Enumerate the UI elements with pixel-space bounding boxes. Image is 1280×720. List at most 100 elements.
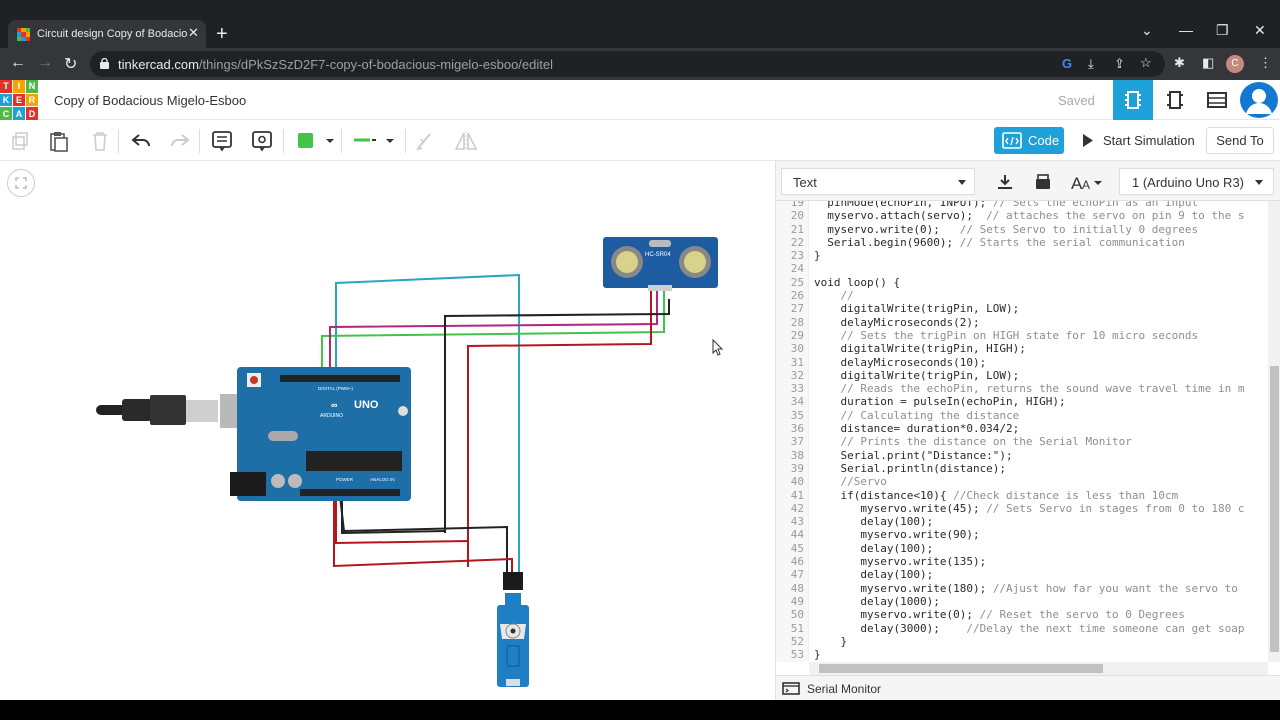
bookmark-star-icon[interactable]: ☆ (1140, 55, 1152, 71)
line-text: // Calculating the distance (814, 408, 1020, 422)
tinkercad-logo[interactable]: T I N K E R C A D (0, 80, 38, 120)
servo-motor[interactable] (497, 572, 529, 687)
install-icon[interactable]: ⤓ (1088, 56, 1094, 72)
maximize-icon[interactable]: ❐ (1216, 22, 1229, 39)
line-text: delayMicroseconds(10); (814, 356, 986, 369)
download-icon[interactable] (992, 169, 1018, 195)
tab-search-icon[interactable]: ⌄ (1141, 22, 1153, 39)
library-icon[interactable] (1030, 169, 1056, 195)
schematic-icon (1167, 91, 1183, 109)
code-line: 25 void loop() { (776, 276, 1268, 289)
side-panel-icon[interactable]: ◧ (1202, 55, 1214, 71)
wire-type-picker[interactable] (350, 129, 398, 153)
line-number: 36 (790, 422, 804, 436)
code-mode-value: Text (793, 175, 817, 190)
line-number: 30 (790, 342, 804, 356)
line-number: 46 (790, 555, 804, 569)
arduino-brand-label: ARDUINO (320, 413, 343, 419)
user-avatar[interactable] (1240, 82, 1278, 118)
code-line: 50 myservo.write(0); // Reset the servo … (776, 608, 1268, 621)
reload-icon[interactable]: ↻ (64, 54, 77, 74)
close-window-icon[interactable]: ✕ (1254, 22, 1266, 39)
line-text: //Servo (814, 475, 887, 488)
arduino-model-label: UNO (354, 399, 379, 411)
color-picker[interactable] (292, 129, 336, 153)
scroll-thumb[interactable] (1270, 366, 1279, 652)
forward-icon[interactable]: → (37, 54, 53, 72)
component-list-button[interactable] (1197, 80, 1237, 120)
code-vertical-scrollbar[interactable] (1268, 201, 1280, 662)
new-tab-icon[interactable]: + (216, 24, 228, 44)
ultrasonic-sensor[interactable]: HC-SR04 (603, 237, 718, 291)
copy-icon[interactable] (8, 129, 32, 153)
code-button[interactable]: Code (994, 127, 1064, 154)
line-code: digitalWrite(trigPin, LOW); (814, 302, 1020, 316)
notes-icon[interactable] (210, 129, 234, 153)
back-icon[interactable]: ← (10, 54, 26, 72)
flip-icon[interactable] (454, 129, 478, 153)
list-icon (1207, 92, 1227, 108)
line-text: digitalWrite(trigPin, LOW); (814, 369, 1019, 382)
logo-letter: I (13, 80, 25, 93)
line-code: myservo.write(135); (814, 555, 987, 569)
extensions-icon[interactable]: ✱ (1174, 55, 1185, 71)
arduino-uno-board[interactable]: ∞ UNO ARDUINO DIGITAL (PWM~) POWER ANALO… (230, 367, 411, 501)
line-text: duration = pulseIn(echoPin, HIGH); (814, 395, 1065, 408)
play-icon (1083, 134, 1093, 147)
minimize-icon[interactable]: — (1179, 22, 1193, 38)
browser-toolbar: ← → ↻ tinkercad.com/things/dPkSzSzD2F7-c… (0, 48, 1280, 80)
line-text: delay(100); (814, 515, 933, 528)
line-text: digitalWrite(trigPin, LOW); (814, 302, 1019, 315)
line-number: 22 (790, 235, 804, 249)
address-bar[interactable]: tinkercad.com/things/dPkSzSzD2F7-copy-of… (90, 51, 1165, 77)
toolbar-separator (199, 129, 200, 153)
line-code: myservo.write(0); (814, 608, 980, 622)
delete-icon[interactable] (88, 129, 112, 153)
line-comment: //Delay the next time someone can get so… (966, 621, 1245, 635)
wire-black-loop (341, 496, 446, 535)
code-line: 34 duration = pulseIn(echoPin, HIGH); (776, 395, 1268, 408)
start-simulation-button[interactable]: Start Simulation (1070, 127, 1198, 154)
undo-icon[interactable] (129, 129, 153, 153)
profile-avatar[interactable]: C (1226, 55, 1244, 73)
code-horizontal-scrollbar[interactable] (809, 662, 1268, 675)
code-editor[interactable]: 19 pinMode(echoPin, INPUT); // Sets the … (776, 201, 1268, 662)
code-button-label: Code (1028, 133, 1060, 148)
project-title[interactable]: Copy of Bodacious Migelo-Esboo (54, 93, 246, 108)
serial-monitor-icon (782, 682, 800, 695)
device-select[interactable]: 1 (Arduino Uno R3) (1119, 168, 1274, 195)
line-comment: //Servo (840, 475, 887, 489)
font-size-icon[interactable]: AA (1068, 169, 1104, 195)
note-visibility-icon[interactable] (250, 129, 274, 153)
line-code: } (814, 249, 821, 263)
share-icon[interactable]: ⇪ (1114, 56, 1125, 72)
wire-red-sensor (467, 289, 652, 567)
browser-tab[interactable]: Circuit design Copy of Bodacious ✕ (8, 20, 206, 48)
line-number: 53 (790, 648, 804, 662)
code-line: 38 Serial.print("Distance:"); (776, 449, 1268, 462)
tab-close-icon[interactable]: ✕ (188, 25, 199, 41)
line-code: void loop() { (814, 275, 901, 289)
code-mode-select[interactable]: Text (781, 168, 975, 195)
paste-icon[interactable] (47, 129, 71, 153)
menu-kebab-icon[interactable]: ⋮ (1259, 55, 1272, 71)
circuit-view-button[interactable] (1113, 80, 1153, 120)
code-line: 45 delay(100); (776, 542, 1268, 555)
line-text: } (814, 249, 821, 262)
serial-monitor-label: Serial Monitor (807, 682, 882, 696)
circuit-canvas[interactable]: ∞ UNO ARDUINO DIGITAL (PWM~) POWER ANALO… (0, 161, 775, 700)
line-comment: // Calculating the distance (840, 408, 1020, 422)
line-code: delay(100); (814, 541, 934, 555)
rotate-icon[interactable] (413, 129, 437, 153)
google-icon[interactable]: G (1062, 56, 1072, 71)
line-comment: // attaches the servo on pin 9 to the s (986, 209, 1245, 223)
send-to-button[interactable]: Send To (1206, 127, 1274, 154)
schematic-view-button[interactable] (1155, 80, 1195, 120)
scroll-thumb[interactable] (819, 664, 1103, 673)
redo-icon[interactable] (168, 129, 192, 153)
line-text: myservo.write(135); (814, 555, 986, 568)
serial-monitor-bar[interactable]: Serial Monitor (776, 675, 1280, 700)
browser-tab-strip: Circuit design Copy of Bodacious ✕ + ⌄ —… (0, 0, 1280, 48)
